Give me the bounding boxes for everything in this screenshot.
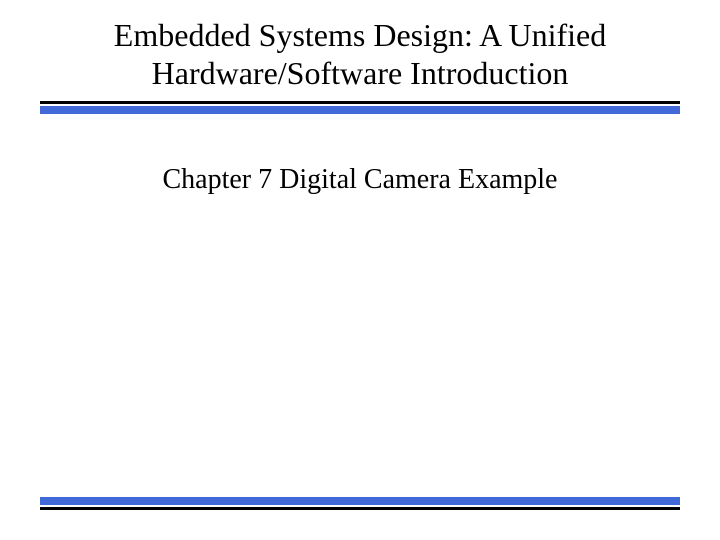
divider-line-blue (40, 497, 680, 505)
slide-subtitle: Chapter 7 Digital Camera Example (60, 164, 660, 196)
slide-title: Embedded Systems Design: A Unified Hardw… (40, 16, 680, 93)
slide-header: Embedded Systems Design: A Unified Hardw… (0, 0, 720, 114)
divider-line-blue (40, 106, 680, 114)
divider-line-black (40, 101, 680, 104)
slide: Embedded Systems Design: A Unified Hardw… (0, 0, 720, 540)
divider-line-black (40, 507, 680, 510)
subtitle-area: Chapter 7 Digital Camera Example (0, 114, 720, 196)
divider-top (40, 101, 680, 114)
divider-bottom (40, 497, 680, 510)
